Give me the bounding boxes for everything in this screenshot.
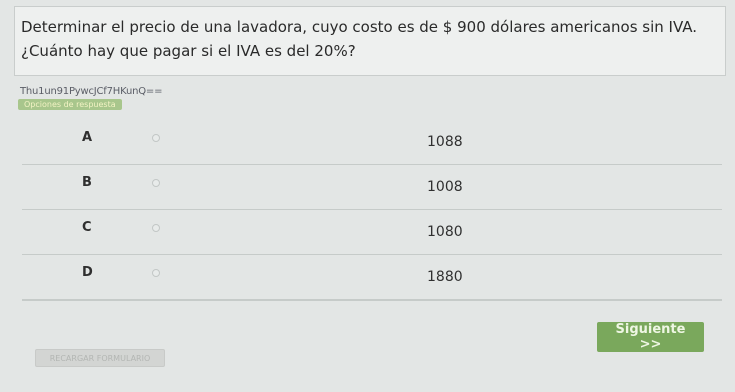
options-label: Opciones de respuesta — [18, 99, 122, 110]
radio-button[interactable] — [152, 224, 160, 232]
option-a[interactable]: A 1088 — [22, 120, 722, 165]
radio-button[interactable] — [152, 269, 160, 277]
reload-form-button[interactable]: RECARGAR FORMULARIO — [35, 349, 165, 367]
option-value: 1088 — [427, 134, 463, 150]
question-panel: Determinar el precio de una lavadora, cu… — [14, 6, 726, 76]
option-value: 1080 — [427, 224, 463, 240]
option-value: 1008 — [427, 179, 463, 195]
option-b[interactable]: B 1008 — [22, 165, 722, 210]
question-text: Determinar el precio de una lavadora, cu… — [21, 18, 698, 60]
answer-options: A 1088 B 1008 C 1080 D 1880 — [22, 120, 722, 301]
option-letter: C — [82, 220, 92, 235]
option-letter: A — [82, 130, 93, 145]
option-c[interactable]: C 1080 — [22, 210, 722, 255]
radio-button[interactable] — [152, 134, 160, 142]
option-letter: D — [82, 265, 93, 280]
option-letter: B — [82, 175, 92, 190]
next-button[interactable]: Siguiente >> — [597, 322, 704, 352]
option-value: 1880 — [427, 269, 463, 285]
option-d[interactable]: D 1880 — [22, 255, 722, 301]
session-token: Thu1un91PywcJCf7HKunQ== — [20, 86, 163, 97]
radio-button[interactable] — [152, 179, 160, 187]
